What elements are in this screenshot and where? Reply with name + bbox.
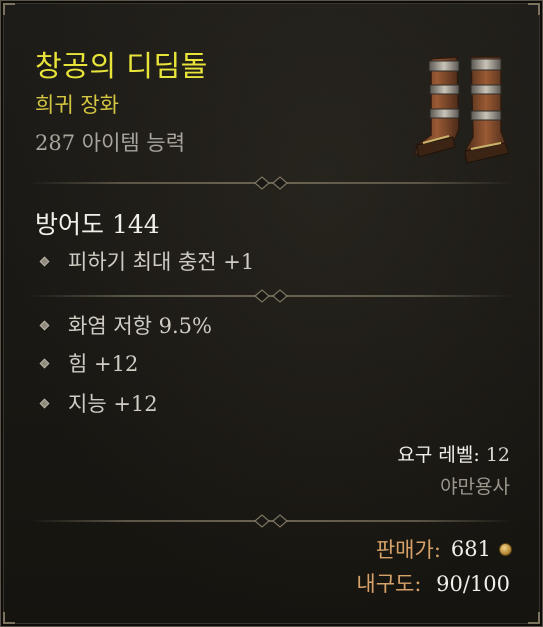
level-value: 12 xyxy=(485,444,510,466)
stat-text: 힘 +12 xyxy=(68,352,139,376)
stat-text: 지능 +12 xyxy=(68,392,158,416)
implicit-stat: 피하기 최대 충전 +1 xyxy=(39,246,255,276)
frame-corner xyxy=(528,612,540,624)
stat-text: 화염 저항 9.5% xyxy=(68,314,212,338)
armor-value: 방어도 144 xyxy=(35,210,160,239)
durability-value: 90/100 xyxy=(436,572,510,596)
level-label: 요구 레벨: xyxy=(397,444,480,466)
section-divider xyxy=(29,289,513,303)
affix-stat: 힘 +12 xyxy=(39,348,139,378)
section-divider xyxy=(29,176,513,190)
item-rarity: 희귀 장화 xyxy=(35,93,119,117)
class-requirement: 야만용사 xyxy=(440,476,510,498)
stat-text: 피하기 최대 충전 +1 xyxy=(68,250,255,274)
diamond-bullet-icon xyxy=(39,358,50,368)
item-power: 287 아이템 능력 xyxy=(35,131,186,155)
diamond-bullet-icon xyxy=(39,256,50,266)
item-name: 창공의 디딤돌 xyxy=(35,49,208,83)
affix-stat: 화염 저항 9.5% xyxy=(39,310,212,340)
item-tooltip: 창공의 디딤돌 희귀 장화 287 아이템 능력 방어도 144 피하기 최대 … xyxy=(0,0,543,627)
frame-corner xyxy=(528,3,540,15)
level-requirement: 요구 레벨: 12 xyxy=(397,440,510,467)
sell-value: 681 xyxy=(450,537,491,561)
durability-label: 내구도: xyxy=(356,572,422,596)
section-divider xyxy=(29,514,513,528)
diamond-bullet-icon xyxy=(39,398,50,408)
boots-icon xyxy=(414,56,510,164)
affix-stat: 지능 +12 xyxy=(39,388,158,418)
diamond-bullet-icon xyxy=(39,320,50,330)
frame-corner xyxy=(3,612,15,624)
frame-corner xyxy=(3,3,15,15)
gold-coin-icon xyxy=(499,542,512,556)
sell-label: 판매가: xyxy=(375,538,441,562)
durability: 내구도: 90/100 xyxy=(356,568,510,598)
sell-price: 판매가: 681 xyxy=(376,534,512,564)
